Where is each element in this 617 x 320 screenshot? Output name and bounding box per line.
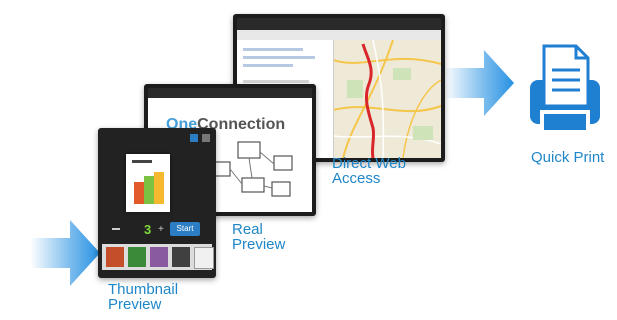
start-button: Start: [170, 222, 200, 236]
printer-icon: [530, 44, 600, 132]
tablet-thumbnail-preview: 3 + Start: [98, 128, 216, 278]
thumbnail-strip: [102, 244, 214, 270]
plus-icon: +: [158, 224, 164, 235]
label-direct-web-access: Direct Web Access: [332, 155, 406, 187]
copies-count: 3: [144, 222, 152, 237]
arrow-right-icon: [444, 50, 514, 116]
app-bar: [148, 88, 312, 98]
map-image: [333, 40, 441, 158]
label-real-preview: Real Preview: [232, 221, 286, 253]
settings-icon: [190, 134, 198, 142]
arrow-right-icon: [30, 220, 100, 286]
minus-icon: [112, 228, 120, 230]
network-diagram-image: [213, 141, 293, 197]
menu-icon: [202, 134, 210, 142]
app-bar: [237, 18, 441, 30]
label-thumbnail-preview: Thumbnail Preview: [108, 281, 179, 313]
label-quick-print: Quick Print: [531, 149, 605, 166]
document-preview: [126, 154, 170, 212]
